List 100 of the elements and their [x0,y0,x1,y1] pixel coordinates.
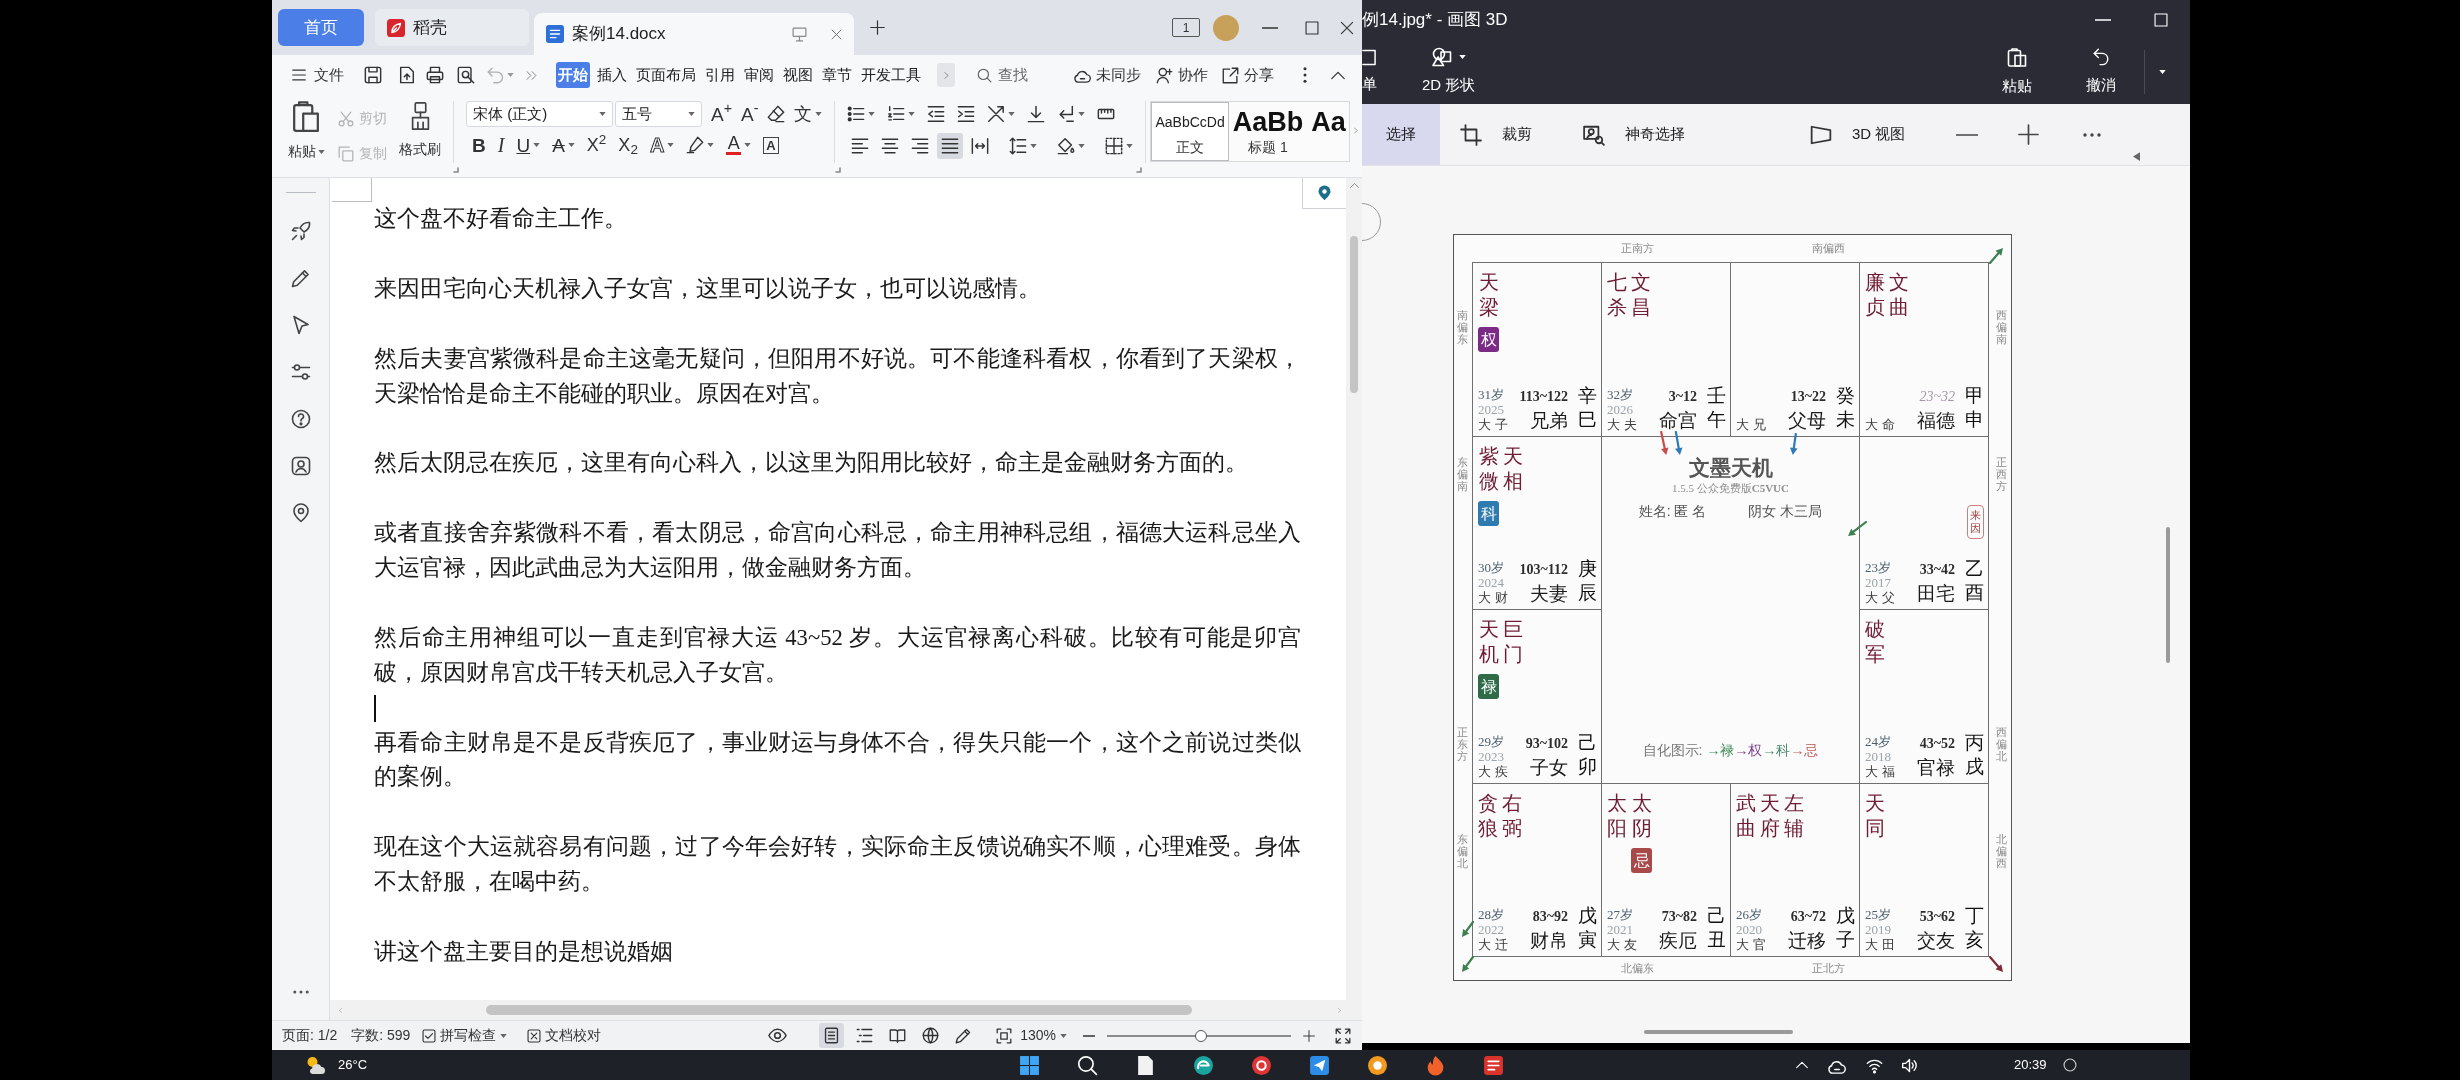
shrink-font-button[interactable]: A$^{-}$ [741,104,759,124]
indent-icon[interactable] [957,105,976,123]
bullet-list-dropdown[interactable] [847,105,876,123]
file-menu-button[interactable]: 文件 [291,63,344,87]
scrollbar-thumb[interactable] [486,1005,1192,1015]
scrollbar-thumb[interactable] [1644,1030,1793,1034]
italic-button[interactable]: I [497,135,505,155]
disc-icon[interactable] [1251,1054,1273,1076]
plus-icon[interactable] [1303,1029,1315,1042]
map-pin-icon[interactable] [290,503,311,523]
page-arrow-icon[interactable] [398,66,416,84]
style-option[interactable]: Aa [1307,102,1350,161]
donut-icon[interactable] [1367,1054,1389,1076]
zoom-slider[interactable] [1107,1028,1291,1043]
search-icon[interactable] [1077,1054,1099,1076]
more-icon[interactable] [2082,132,2103,137]
subscript-button[interactable]: X$_{2}$ [618,136,638,154]
fullscreen-icon[interactable] [1335,1027,1351,1044]
font-size-dropdown[interactable]: 五号 [615,101,702,127]
pen-icon[interactable] [290,268,311,288]
monitor-icon[interactable] [791,26,808,42]
help-icon[interactable] [290,409,311,429]
ribbon-tab[interactable]: 审阅 [742,62,776,88]
format-painter-button[interactable]: 格式刷 [399,101,441,160]
tool-button[interactable]: 3D 视图 [1810,104,1906,165]
rocket-icon[interactable] [290,221,311,241]
search-button[interactable]: 查找 [977,63,1028,87]
highlighter-dropdown[interactable] [686,136,715,154]
paper-plane-icon[interactable] [1309,1054,1331,1076]
chevron-up-icon[interactable] [1331,70,1345,80]
browser-icon[interactable] [1193,1054,1215,1076]
ribbon-button[interactable]: 粘贴 [2002,46,2032,98]
line-spacing-dropdown[interactable] [1009,137,1038,155]
arrow-to-line-icon[interactable] [1027,105,1046,123]
tab[interactable]: 案例14.docx [534,13,854,55]
plus-icon[interactable] [870,20,885,35]
more-icon[interactable] [292,990,309,994]
dialog-launcher-icon[interactable] [835,167,841,173]
share-button[interactable]: 分享 [1222,63,1274,87]
tool-button[interactable]: 选择 [1362,104,1440,165]
ribbon-tab[interactable]: 页面布局 [634,62,698,88]
numbered-list-dropdown[interactable] [887,105,916,123]
phonetic-guide-button[interactable]: 文 [794,105,823,123]
tool-button[interactable]: 神奇选择 [1583,104,1685,165]
print-icon[interactable] [426,66,444,84]
paint-bucket-dropdown[interactable] [1057,137,1086,155]
save-icon[interactable] [364,66,382,84]
ribbon-tab[interactable]: 开始 [556,62,590,88]
weather-icon[interactable] [305,1055,326,1075]
ribbon-tab[interactable]: 章节 [820,62,854,88]
page-search-icon[interactable] [457,66,475,84]
proofread-button[interactable]: 文档校对 [527,1025,602,1046]
superscript-button[interactable]: X$^{2}$ [586,136,607,154]
close-icon[interactable] [831,28,842,40]
style-option[interactable]: AaBb 标题 1 [1228,102,1308,161]
ribbon-tab[interactable]: 视图 [781,62,815,88]
minus-icon[interactable] [1956,133,1979,136]
view-button[interactable] [819,1023,845,1048]
fit-page-icon[interactable] [996,1027,1013,1044]
cross-arrow-dropdown[interactable] [987,105,1016,123]
user-square-icon[interactable] [290,456,311,476]
grow-font-button[interactable]: A$^{+}$ [711,104,732,124]
spell-check-button[interactable]: 拼写检查 [422,1025,508,1046]
ribbon-button[interactable]: 撤消 [2086,47,2116,97]
notification-icon[interactable] [2062,1058,2077,1072]
window-count-button[interactable]: 1 [1172,18,1200,37]
paste-button[interactable]: 粘贴 [284,101,328,162]
underline-button[interactable]: U [516,135,541,155]
tool-button[interactable]: 裁剪 [1460,104,1532,165]
outdent-icon[interactable] [927,105,946,123]
ribbon-tab[interactable]: 引用 [703,62,737,88]
zoom-level-dropdown[interactable]: 130% [1020,1025,1067,1046]
ribbon-tab[interactable]: 插入 [595,62,629,88]
more-icon[interactable] [1303,67,1307,83]
scrollbar-thumb[interactable] [2166,527,2170,663]
eye-icon[interactable] [768,1026,788,1045]
plus-icon[interactable] [2018,124,2040,145]
clock-time[interactable]: 20:39 [2014,1055,2047,1075]
collapse-arrow-icon[interactable] [2133,152,2141,161]
font-color-button[interactable]: A [726,135,752,155]
character-border-button[interactable]: A [763,136,779,154]
tab[interactable]: 稻壳 [375,9,529,46]
scrollbar-thumb[interactable] [1350,236,1358,393]
windows-logo-icon[interactable] [1019,1054,1041,1076]
strikethrough-button[interactable]: A [552,135,575,155]
minimize-icon[interactable] [1262,26,1278,29]
document-app-icon[interactable] [1483,1054,1505,1076]
eraser-icon[interactable] [767,105,786,123]
justify-button[interactable] [937,133,964,159]
ribbon-tab[interactable]: 开发工具 [859,62,923,88]
return-arrow-dropdown[interactable] [1057,105,1086,123]
slider-thumb[interactable] [1194,1029,1207,1042]
borders-dropdown[interactable] [1105,137,1134,155]
close-icon[interactable] [1340,20,1354,35]
collaborate-button[interactable]: 协作 [1156,63,1208,87]
ribbon-button[interactable]: 单 [1362,48,1377,96]
font-dropdown[interactable]: 宋体 (正文) [466,101,613,127]
style-option[interactable]: AaBbCcDd 正文 [1151,102,1229,161]
bold-button[interactable]: B [472,135,486,155]
cursor-icon[interactable] [290,315,311,335]
